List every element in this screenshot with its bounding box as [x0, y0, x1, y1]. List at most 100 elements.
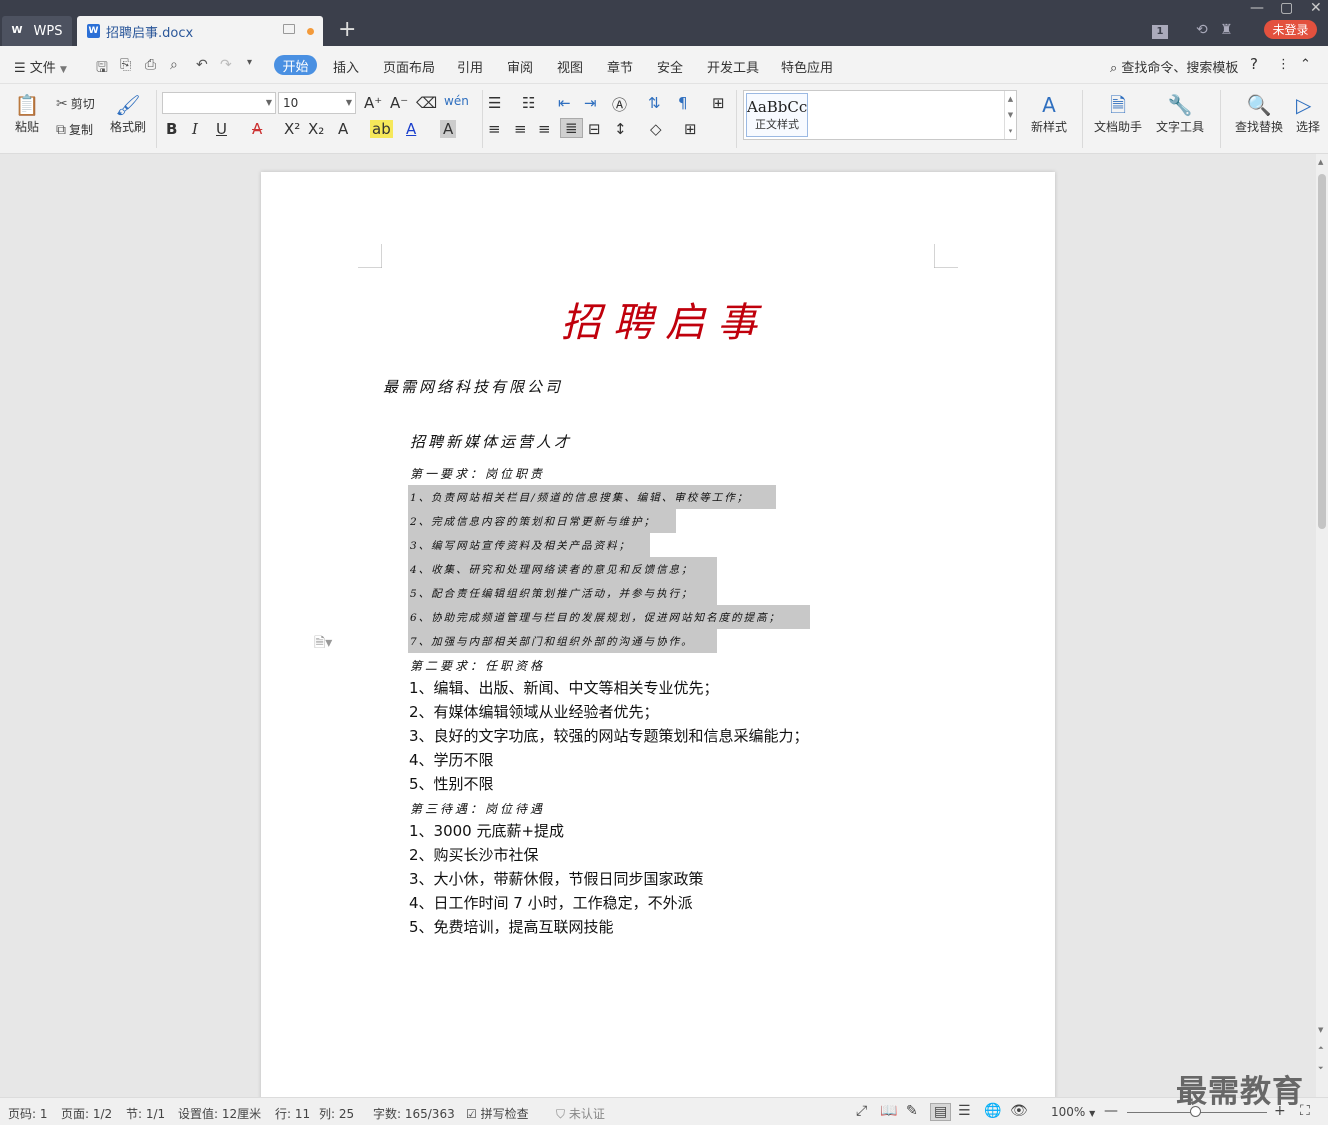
line-spacing-icon[interactable]: ↕ [614, 120, 627, 138]
numbered-list-icon[interactable]: ☷ [522, 94, 535, 112]
zoom-level[interactable]: 100% ▼ [1051, 1105, 1095, 1119]
text-effect-button[interactable]: A [338, 120, 348, 138]
command-search[interactable]: ⌕ 查找命令、搜索模板 [1110, 57, 1238, 76]
doc-helper-button[interactable]: 🗎 文档助手 [1092, 92, 1144, 135]
section-heading-benefits[interactable]: 第三待遇：岗位待遇 [410, 800, 545, 817]
spell-check-button[interactable]: ☑ 拼写检查 [466, 1105, 529, 1122]
style-normal[interactable]: AaBbCc 正文样式 [746, 93, 808, 137]
collapse-ribbon-icon[interactable]: ⌃ [1300, 57, 1311, 72]
copy-button[interactable]: ⧉ 复制 [56, 121, 93, 138]
tab-insert[interactable]: 插入 [333, 57, 359, 76]
company-name[interactable]: 最需网络科技有限公司 [383, 376, 563, 397]
duty-line[interactable]: 4、收集、研究和处理网络读者的意见和反馈信息； [408, 557, 717, 581]
char-shading-button[interactable]: A [440, 120, 457, 138]
prev-page-icon[interactable]: ⏶ [1318, 1044, 1324, 1053]
scroll-down-icon[interactable]: ▼ [1318, 1026, 1323, 1034]
tab-view[interactable]: 视图 [557, 57, 583, 76]
status-row[interactable]: 行: 11 [275, 1105, 310, 1122]
doc-title[interactable]: 招聘启事 [561, 290, 769, 348]
paste-button[interactable]: 📋 粘贴 [10, 92, 44, 135]
document-tab[interactable]: W 招聘启事.docx [77, 16, 323, 46]
window-count-icon[interactable]: 1 [1152, 22, 1168, 39]
text-tools-button[interactable]: 🔧 文字工具 [1150, 92, 1210, 135]
close-icon[interactable]: ✕ [1310, 0, 1322, 16]
page-view-icon[interactable]: ▤ [930, 1103, 952, 1121]
qualification-line[interactable]: 4、学历不限 [409, 749, 494, 770]
edit-mode-icon[interactable]: ✎ [906, 1103, 918, 1119]
qualification-line[interactable]: 2、有媒体编辑领域从业经验者优先； [409, 701, 659, 722]
duty-line[interactable]: 6、协助完成频道管理与栏目的发展规划，促进网站知名度的提高； [408, 605, 810, 629]
auth-status[interactable]: ⛉ 未认证 [556, 1105, 605, 1122]
italic-button[interactable]: I [192, 120, 198, 138]
duty-line[interactable]: 3、编写网站宣传资料及相关产品资料； [408, 533, 650, 557]
font-size-select[interactable]: 10 ▼ [278, 92, 356, 114]
section-heading-qualifications[interactable]: 第二要求：任职资格 [410, 657, 545, 674]
tab-page-layout[interactable]: 页面布局 [383, 57, 435, 76]
bullet-list-icon[interactable]: ☰ [488, 94, 501, 112]
status-col[interactable]: 列: 25 [319, 1105, 354, 1122]
login-button[interactable]: 未登录 [1264, 20, 1317, 39]
new-style-button[interactable]: A 新样式 [1024, 92, 1074, 135]
duty-line[interactable]: 2、完成信息内容的策划和日常更新与维护； [408, 509, 676, 533]
paragraph-options-icon[interactable]: 🗎▾ [314, 632, 332, 656]
new-tab-button[interactable]: + [338, 18, 356, 42]
status-setting[interactable]: 设置值: 12厘米 [178, 1105, 261, 1122]
find-replace-button[interactable]: 🔍 查找替换 [1230, 92, 1288, 135]
benefit-line[interactable]: 2、购买长沙市社保 [409, 844, 539, 865]
zoom-out-icon[interactable]: — [1104, 1103, 1118, 1119]
table-layout-icon[interactable]: ⊞ [712, 94, 725, 112]
customize-icon[interactable]: ▾ [247, 57, 252, 68]
format-painter-button[interactable]: 🖌 格式刷 [108, 92, 148, 135]
print-preview-icon[interactable]: ⌕ [170, 57, 178, 73]
clear-format-icon[interactable]: ⌫ [416, 94, 437, 112]
align-center-icon[interactable]: ≡ [514, 120, 527, 138]
status-pages[interactable]: 页面: 1/2 [61, 1105, 112, 1122]
tab-home[interactable]: 开始 [274, 55, 317, 75]
cut-button[interactable]: ✂ 剪切 [56, 95, 95, 112]
status-section[interactable]: 节: 1/1 [126, 1105, 165, 1122]
shrink-font-button[interactable]: A⁻ [390, 94, 408, 112]
select-button[interactable]: ▷ 选择 [1296, 92, 1326, 135]
justify-icon[interactable]: ≣ [560, 118, 583, 138]
vertical-scrollbar[interactable]: ▲ ▼ ⏶ ⏷ [1316, 154, 1328, 1097]
doc-subtitle[interactable]: 招聘新媒体运营人才 [410, 431, 572, 452]
outline-view-icon[interactable]: ☰ [958, 1103, 971, 1119]
bold-button[interactable]: B [166, 120, 177, 138]
fullscreen-icon[interactable]: ⤢ [856, 1103, 867, 1119]
skin-icon[interactable]: ♜ [1220, 22, 1233, 38]
borders-icon[interactable]: ⊞ [684, 120, 697, 138]
superscript-button[interactable]: X² [284, 120, 300, 138]
tab-review[interactable]: 审阅 [507, 57, 533, 76]
highlight-button[interactable]: ab [370, 120, 393, 138]
minimize-icon[interactable]: — [1250, 0, 1264, 16]
undo-icon[interactable]: ↶ [196, 57, 208, 73]
print-icon[interactable]: ⎙ [145, 57, 156, 73]
duty-line[interactable]: 1、负责网站相关栏目/频道的信息搜集、编辑、审校等工作； [408, 485, 776, 509]
tab-special[interactable]: 特色应用 [781, 57, 833, 76]
redo-icon[interactable]: ↷ [220, 57, 232, 73]
qualification-line[interactable]: 3、良好的文字功底，较强的网站专题策划和信息采编能力； [409, 725, 809, 746]
section-heading-duties[interactable]: 第一要求：岗位职责 [410, 465, 545, 482]
shading-icon[interactable]: ◇ [650, 120, 662, 138]
scroll-up-icon[interactable]: ▲ [1318, 158, 1323, 166]
strikethrough-button[interactable]: A [252, 120, 262, 138]
monitor-icon[interactable] [283, 24, 295, 34]
file-menu[interactable]: ☰ 文件 ▼ [14, 57, 67, 76]
benefit-line[interactable]: 5、免费培训，提高互联网技能 [409, 916, 614, 937]
increase-indent-icon[interactable]: ⇥ [584, 94, 597, 112]
eye-protect-icon[interactable]: 👁 [1010, 1103, 1028, 1119]
subscript-button[interactable]: X₂ [308, 120, 324, 138]
grow-font-button[interactable]: A⁺ [364, 94, 382, 112]
duty-line[interactable]: 5、配合责任编辑组织策划推广活动，并参与执行； [408, 581, 717, 605]
tab-reference[interactable]: 引用 [457, 57, 483, 76]
status-page-code[interactable]: 页码: 1 [8, 1105, 48, 1122]
align-right-icon[interactable]: ≡ [538, 120, 551, 138]
next-page-icon[interactable]: ⏷ [1318, 1064, 1324, 1073]
underline-button[interactable]: U [216, 120, 227, 138]
status-word-count[interactable]: 字数: 165/363 [373, 1105, 455, 1122]
tab-chapter[interactable]: 章节 [607, 57, 633, 76]
style-gallery[interactable]: AaBbCc 正文样式 ▲ ▼ ▾ [743, 90, 1017, 140]
font-color-button[interactable]: A [406, 120, 416, 138]
duty-line[interactable]: 7、加强与内部相关部门和组织外部的沟通与协作。 [408, 629, 717, 653]
qualification-line[interactable]: 1、编辑、出版、新闻、中文等相关专业优先； [409, 677, 719, 698]
